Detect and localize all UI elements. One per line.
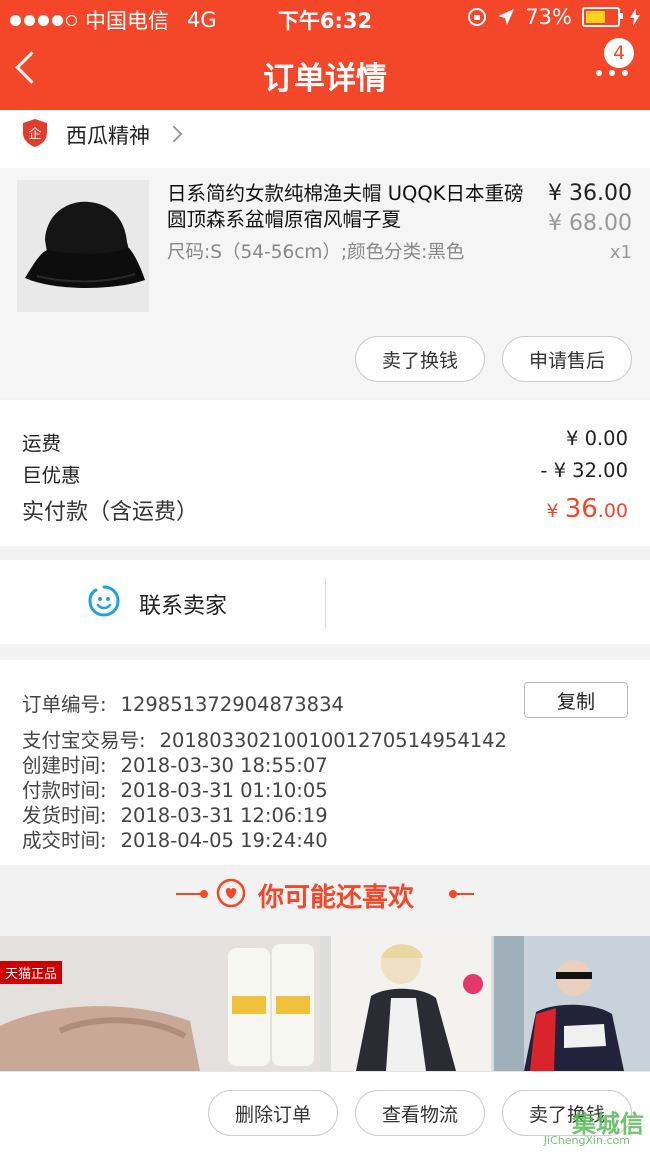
discount-label: 巨优惠 bbox=[22, 464, 81, 487]
discount-value: - ¥ 32.00 bbox=[540, 459, 628, 482]
enterprise-shield-icon: 企 bbox=[23, 119, 47, 147]
bottom-action-bar: 删除订单 查看物流 卖了换钱 集城信 JiChengXin.com bbox=[0, 1071, 650, 1157]
charging-icon bbox=[630, 8, 640, 26]
product-price: ¥ 36.00 bbox=[548, 181, 632, 206]
contact-bar: 联系卖家 bbox=[0, 560, 650, 644]
discount-row: 巨优惠 - ¥ 32.00 bbox=[22, 459, 628, 488]
page-title: 订单详情 bbox=[263, 61, 387, 97]
after-sale-button[interactable]: 申请售后 bbox=[502, 336, 632, 382]
recommend-title: 你可能还喜欢 bbox=[258, 883, 415, 913]
contact-seller-button[interactable]: 联系卖家 bbox=[139, 588, 227, 620]
watermark-url: JiChengXin.com bbox=[543, 1134, 630, 1147]
product-spec: 尺码:S（54-56cm）;颜色分类:黑色 bbox=[167, 242, 465, 263]
shipping-label: 运费 bbox=[22, 432, 62, 455]
store-name: 西瓜精神 bbox=[66, 124, 150, 148]
svg-text:企: 企 bbox=[28, 126, 41, 142]
fee-summary: 运费 ¥ 0.00 巨优惠 - ¥ 32.00 实付款（含运费） ¥ 36.00 bbox=[0, 400, 650, 546]
product-image[interactable] bbox=[17, 180, 149, 312]
view-logistics-button[interactable]: 查看物流 bbox=[355, 1090, 485, 1136]
nav-bar: 订单详情 4 bbox=[0, 36, 650, 110]
order-number: 129851372904873834 bbox=[120, 693, 344, 716]
recommend-header: 你可能还喜欢 bbox=[0, 866, 650, 936]
rotation-lock-icon bbox=[468, 8, 487, 26]
divider bbox=[325, 578, 326, 628]
shipping-value: ¥ 0.00 bbox=[565, 427, 628, 450]
sell-for-cash-button[interactable]: 卖了换钱 bbox=[355, 336, 485, 382]
top-bar: 中国电信 4G 下午6:32 73% 订单详情 4 bbox=[0, 0, 650, 110]
heart-icon bbox=[216, 878, 246, 908]
location-icon bbox=[498, 9, 515, 25]
completed-time-row: 成交时间: 2018-04-05 19:24:40 bbox=[22, 829, 328, 852]
order-number-row: 订单编号: 129851372904873834 bbox=[22, 693, 344, 716]
tmall-authentic-tag: 天猫正品 bbox=[0, 961, 63, 984]
message-count-badge: 4 bbox=[604, 38, 634, 68]
chevron-right-icon bbox=[165, 125, 183, 143]
recommend-item-3[interactable] bbox=[494, 936, 650, 1071]
recommend-item-1[interactable]: 天猫正品 bbox=[0, 936, 320, 1071]
chat-smile-icon bbox=[88, 585, 120, 617]
delete-order-button[interactable]: 删除订单 bbox=[208, 1090, 338, 1136]
copy-button[interactable]: 复制 bbox=[524, 682, 628, 718]
product-quantity: x1 bbox=[609, 242, 632, 263]
order-info: 订单编号: 129851372904873834 复制 支付宝交易号: 201803… bbox=[0, 660, 650, 865]
product-original-price: ¥ 68.00 bbox=[548, 211, 632, 236]
paid-row: 实付款（含运费） ¥ 36.00 bbox=[22, 494, 628, 526]
battery-icon bbox=[582, 7, 623, 27]
more-icon[interactable] bbox=[596, 70, 628, 76]
status-bar: 中国电信 4G 下午6:32 73% bbox=[0, 0, 650, 36]
shipping-row: 运费 ¥ 0.00 bbox=[22, 427, 628, 456]
recommend-item-2[interactable] bbox=[331, 936, 491, 1071]
product-card[interactable]: 日系简约女款纯棉渔夫帽 UQQK日本重磅圆顶森系盆帽原宿风帽子夏 尺码:S（54… bbox=[0, 168, 650, 398]
store-row[interactable]: 企 西瓜精神 bbox=[0, 110, 650, 168]
paid-label: 实付款（含运费） bbox=[22, 500, 199, 525]
product-title[interactable]: 日系简约女款纯棉渔夫帽 UQQK日本重磅圆顶森系盆帽原宿风帽子夏 bbox=[167, 181, 537, 233]
battery-percent: 73% bbox=[525, 5, 572, 29]
paid-amount: ¥ 36.00 bbox=[546, 494, 628, 524]
recommend-grid: 天猫正品 bbox=[0, 936, 650, 1071]
